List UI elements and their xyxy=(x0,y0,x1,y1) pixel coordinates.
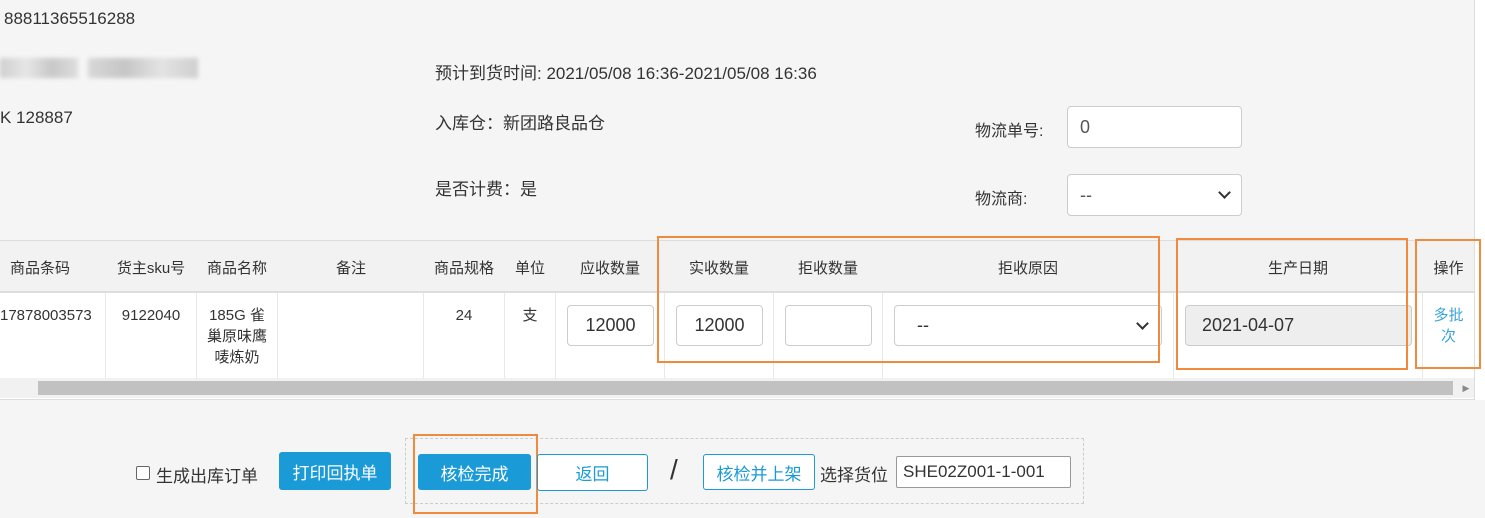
redacted-text xyxy=(88,58,198,78)
warehouse-info: 入库仓：新团路良品仓 xyxy=(435,114,605,133)
expected-qty-input[interactable]: 12000 xyxy=(567,305,654,346)
expected-qty-value: 12000 xyxy=(585,315,636,335)
select-location-label: 选择货位 xyxy=(820,466,888,485)
separator: / xyxy=(670,454,678,485)
highlight-box xyxy=(657,236,1160,363)
col-expected-qty: 应收数量 xyxy=(579,259,640,277)
col-spec: 商品规格 xyxy=(433,259,494,277)
redacted-text xyxy=(0,58,78,78)
highlight-box xyxy=(1415,239,1481,369)
location-input[interactable]: SHE02Z001-1-001 xyxy=(896,456,1071,488)
location-value: SHE02Z001-1-001 xyxy=(903,462,1045,481)
inspect-and-shelve-label: 核检并上架 xyxy=(716,464,802,484)
order-number: 88811365516288 xyxy=(4,9,136,28)
col-unit: 单位 xyxy=(514,259,545,277)
cell-name: 185G 雀 巢原味鹰 唛炼奶 xyxy=(197,305,277,368)
highlight-box xyxy=(413,434,538,514)
tracking-number-label: 物流单号: xyxy=(975,123,1044,140)
back-button[interactable]: 返回 xyxy=(537,454,648,491)
order-code: K 128887 xyxy=(0,108,73,127)
highlight-box xyxy=(1176,238,1408,370)
cell-spec: 24 xyxy=(455,307,473,324)
generate-outbound-checkbox[interactable] xyxy=(136,466,150,480)
cell-name-line: 185G 雀 xyxy=(209,307,265,324)
chevron-down-icon xyxy=(1218,186,1231,199)
print-receipt-label: 打印回执单 xyxy=(292,463,378,483)
scroll-right-icon[interactable]: ▶ xyxy=(1458,378,1474,398)
cell-divider xyxy=(277,293,278,378)
col-name: 商品名称 xyxy=(206,259,267,277)
cell-name-line: 唛炼奶 xyxy=(214,349,260,366)
tracking-number-value: 0 xyxy=(1080,116,1091,137)
cell-barcode: 17878003573 xyxy=(0,307,92,324)
col-remark: 备注 xyxy=(335,259,366,277)
back-label: 返回 xyxy=(575,465,610,484)
inspect-and-shelve-button[interactable]: 核检并上架 xyxy=(703,454,815,490)
cell-unit: 支 xyxy=(522,307,538,324)
generate-outbound-label: 生成出库订单 xyxy=(156,467,258,486)
carrier-selected: -- xyxy=(1080,184,1092,205)
billable-info: 是否计费：是 xyxy=(435,180,537,199)
expected-arrival: 预计到货时间: 2021/05/08 16:36-2021/05/08 16:3… xyxy=(435,64,817,83)
cell-divider xyxy=(1173,293,1174,378)
scrollbar-thumb[interactable] xyxy=(38,381,1453,395)
col-owner-sku: 货主sku号 xyxy=(116,259,186,277)
carrier-label: 物流商: xyxy=(975,191,1028,208)
col-barcode: 商品条码 xyxy=(9,259,70,277)
print-receipt-button[interactable]: 打印回执单 xyxy=(279,452,391,490)
tracking-number-input[interactable]: 0 xyxy=(1067,106,1242,148)
cell-owner-sku: 9122040 xyxy=(121,307,181,324)
cell-name-line: 巢原味鹰 xyxy=(206,328,267,345)
carrier-select[interactable]: -- xyxy=(1067,174,1242,216)
cell-divider xyxy=(555,293,556,378)
